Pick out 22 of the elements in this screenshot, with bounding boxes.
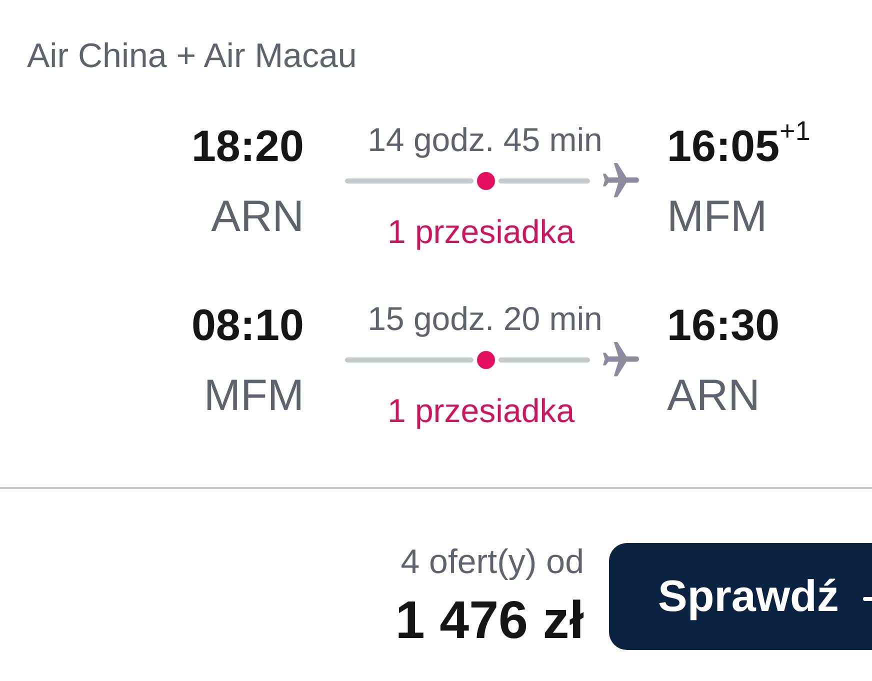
departure-time: 18:20 <box>191 122 304 172</box>
flight-duration: 15 godz. 20 min <box>366 300 604 338</box>
arrow-icon <box>862 596 872 600</box>
plane-icon <box>602 342 640 378</box>
arrival-airport: MFM <box>667 192 768 242</box>
arrival-airport: ARN <box>667 371 760 421</box>
arrival-time: 16:30 <box>667 301 780 351</box>
departure-airport: MFM <box>204 371 304 421</box>
stops-count: 1 przesiadka <box>386 213 576 251</box>
arrival-time: 16:05 <box>667 122 780 172</box>
check-button[interactable]: Sprawdź <box>609 543 872 650</box>
plane-icon <box>602 163 640 199</box>
departure-time: 08:10 <box>191 301 304 351</box>
next-day-marker: +1 <box>780 118 810 145</box>
stop-dot-icon <box>477 172 495 190</box>
offer-count: 4 ofert(y) od <box>400 542 584 582</box>
airline-names: Air China + Air Macau <box>27 36 357 76</box>
departure-airport: ARN <box>211 192 304 242</box>
stop-dot-icon <box>477 351 495 369</box>
stops-count: 1 przesiadka <box>386 392 576 430</box>
price: 1 476 zł <box>395 591 584 651</box>
flight-duration: 14 godz. 45 min <box>366 121 604 159</box>
